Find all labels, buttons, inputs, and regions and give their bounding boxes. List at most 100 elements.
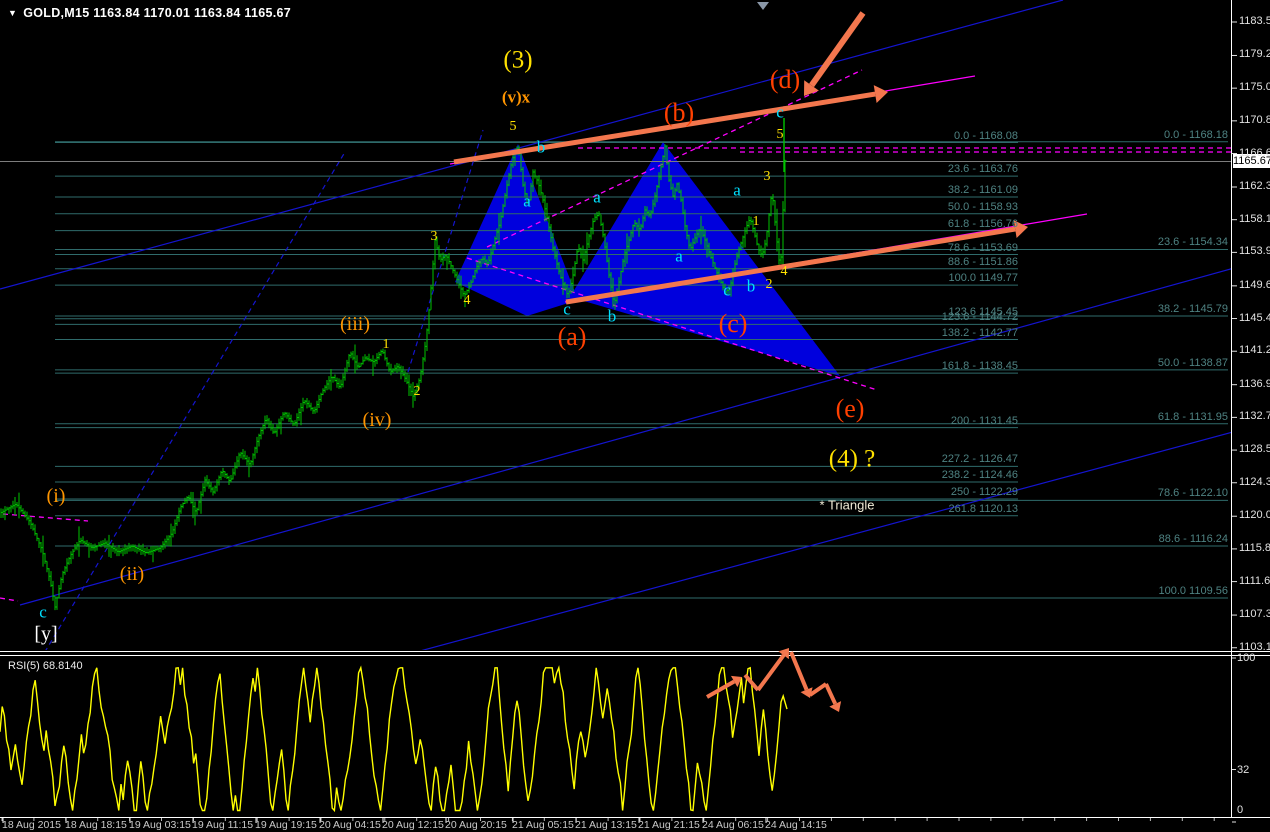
- time-label: 21 Aug 05:15: [512, 819, 574, 831]
- wave-label: 3: [430, 229, 438, 244]
- wave-label: 1: [752, 214, 760, 229]
- fib-label: 100.0 1149.77: [948, 272, 1018, 285]
- orange-arrow-shaft[interactable]: [706, 679, 736, 699]
- fib-label: 23.6 - 1154.34: [1157, 236, 1228, 249]
- rsi-line: [0, 665, 788, 813]
- fib-label: 100.0 1109.56: [1158, 585, 1228, 598]
- wave-label: a: [675, 246, 683, 266]
- wave-label: 2: [413, 384, 421, 399]
- price-tick-label: 1153.97: [1239, 245, 1270, 258]
- fib-label: 23.6 - 1163.76: [947, 163, 1018, 176]
- price-tick-label: 1120.07: [1239, 509, 1270, 522]
- wave-label: a: [733, 180, 741, 200]
- time-label: 20 Aug 04:15: [319, 819, 381, 831]
- wave-label: [y]: [34, 623, 58, 645]
- price-tick-label: 1170.87: [1239, 113, 1270, 126]
- fib-label: 61.8 - 1156.76: [947, 217, 1018, 230]
- price-tick-label: 1141.27: [1239, 344, 1270, 357]
- blue-triangle-fill: [570, 142, 840, 376]
- wave-label: b: [607, 306, 617, 326]
- fib-label: 261.8 1120.13: [948, 502, 1018, 515]
- wave-label: 1: [382, 337, 390, 352]
- wave-label: 4: [780, 264, 788, 279]
- fib-label: 227.2 - 1126.47: [941, 453, 1018, 466]
- price-tick-label: 1158.17: [1239, 212, 1270, 225]
- fib-label: 0.0 - 1168.18: [1163, 128, 1228, 141]
- fib-label: 0.0 - 1168.08: [953, 129, 1018, 142]
- orange-zigzag-segment: [808, 682, 828, 697]
- price-tick-label: 1149.67: [1239, 278, 1270, 291]
- wave-label: (3): [503, 46, 533, 74]
- wave-label: * Triangle: [819, 497, 875, 513]
- wave-label: c: [563, 299, 571, 319]
- price-tick-label: 1132.77: [1239, 410, 1270, 423]
- symbol-dropdown-icon[interactable]: ▼: [8, 8, 17, 18]
- magenta-dashed-trendline[interactable]: [2, 513, 89, 522]
- rsi-pane[interactable]: [0, 665, 788, 813]
- wave-label: c: [39, 602, 47, 622]
- orange-arrow-shaft[interactable]: [789, 651, 809, 691]
- rsi-indicator-label: RSI(5) 68.8140: [8, 660, 83, 672]
- chart-title: ▼ GOLD,M15 1163.84 1170.01 1163.84 1165.6…: [8, 6, 291, 20]
- orange-arrow-head: [873, 85, 888, 103]
- chart-canvas[interactable]: [0, 0, 1270, 832]
- price-tick-label: 1111.67: [1239, 574, 1270, 587]
- wave-label: (b): [663, 98, 695, 127]
- wave-label: 4: [463, 293, 471, 308]
- fib-label: 50.0 - 1158.93: [947, 200, 1018, 213]
- wave-label: (e): [835, 394, 865, 423]
- price-tick-label: 1107.37: [1239, 608, 1270, 621]
- wave-label: (i): [46, 485, 66, 507]
- wave-label: (iv): [362, 409, 392, 431]
- orange-arrow-shaft[interactable]: [824, 683, 838, 705]
- wave-label: (d): [769, 65, 801, 94]
- wave-label: a: [523, 191, 531, 211]
- orange-arrow-shaft[interactable]: [756, 654, 786, 692]
- wave-label: a: [593, 187, 601, 207]
- wave-label: c: [776, 102, 784, 122]
- price-tick-label: 1162.37: [1239, 179, 1270, 192]
- wave-label: (ii): [119, 563, 145, 585]
- down-arrow-marker: [757, 2, 769, 10]
- price-tick-label: 1136.97: [1239, 377, 1270, 390]
- price-tick-label: 1183.57: [1239, 15, 1270, 27]
- fib-label: 238.2 - 1124.46: [941, 469, 1018, 482]
- rsi-scale-label: 100: [1237, 652, 1256, 664]
- fib-label: 88.6 - 1151.86: [947, 255, 1018, 268]
- wave-label: b: [536, 137, 546, 157]
- fib-label: 78.6 - 1153.69: [947, 241, 1018, 254]
- fib-label: 50.0 - 1138.87: [1157, 356, 1228, 369]
- price-tick-label: 1145.47: [1239, 311, 1270, 324]
- fib-label: 161.8 - 1138.45: [941, 360, 1018, 373]
- time-label: 19 Aug 03:15: [129, 819, 191, 831]
- fib-label: 38.2 - 1161.09: [947, 183, 1018, 196]
- time-label: 21 Aug 21:15: [638, 819, 700, 831]
- time-label: 24 Aug 06:15: [702, 819, 764, 831]
- fib-label: 78.6 - 1122.10: [1157, 487, 1228, 500]
- fib-label: 138.2 - 1142.77: [941, 326, 1018, 339]
- wave-label: (c): [718, 309, 748, 338]
- fib-label: 61.8 - 1131.95: [1157, 410, 1228, 423]
- blue-dashed-trendline[interactable]: [40, 151, 346, 660]
- price-tick-label: 1128.57: [1239, 443, 1270, 456]
- fib-label: 250 - 1122.29: [950, 485, 1018, 498]
- fib-label: 38.2 - 1145.79: [1157, 303, 1228, 316]
- wave-label: (iii): [340, 313, 370, 335]
- price-tick-label: 1166.67: [1239, 146, 1270, 159]
- time-label: 20 Aug 20:15: [445, 819, 507, 831]
- wave-label: 5: [776, 127, 784, 142]
- blue-triangle-fill: [455, 144, 578, 316]
- wave-label: 2: [765, 277, 773, 292]
- wave-label: c: [723, 280, 731, 300]
- magenta-dashed-trendline[interactable]: [0, 597, 19, 602]
- time-label: 18 Aug 18:15: [65, 819, 127, 831]
- price-tick-label: 1124.37: [1239, 475, 1270, 488]
- price-tick-label: 1175.07: [1239, 81, 1270, 94]
- fib-label: 88.6 - 1116.24: [1158, 533, 1228, 546]
- wave-label: 3: [763, 169, 771, 184]
- main-pane[interactable]: [0, 0, 1270, 660]
- time-label: 20 Aug 12:15: [382, 819, 444, 831]
- wave-label: (4) ?: [828, 445, 876, 473]
- time-label: 19 Aug 11:15: [192, 819, 254, 831]
- orange-arrow-shaft[interactable]: [809, 11, 866, 88]
